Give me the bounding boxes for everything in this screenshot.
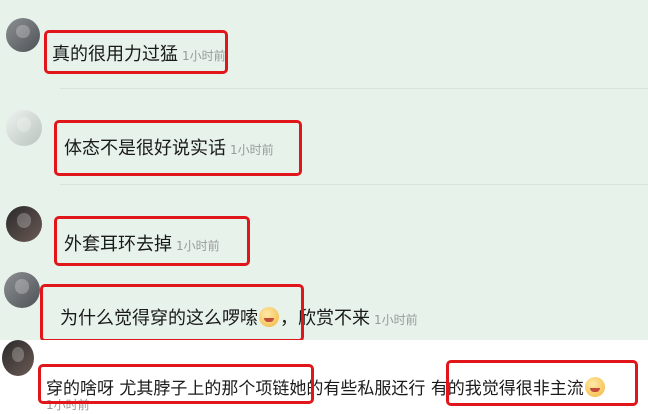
highlight-box [38,364,314,404]
highlight-box [54,216,250,266]
avatar[interactable] [4,272,40,308]
comment-row: 外套耳环去掉 1小时前 [0,196,648,270]
highlight-box [446,360,638,406]
divider [60,184,648,185]
highlight-box [40,284,304,342]
comment-row: 真的很用力过猛 1小时前 [0,0,648,86]
comment-row: 穿的啥呀 尤其脖子上的那个项链她的有些私服还行 有的我觉得很非主流 1小时前 [0,340,648,414]
avatar[interactable] [2,340,34,376]
comment-timestamp: 1小时前 [374,313,418,327]
divider [60,88,648,89]
avatar[interactable] [6,206,42,242]
highlight-box [44,30,228,74]
comment-row: 体态不是很好说实话 1小时前 [0,96,648,184]
highlight-box [54,120,302,176]
comment-row: 为什么觉得穿的这么啰嗦 ，欣赏不来 1小时前 [0,270,648,342]
avatar[interactable] [6,18,40,52]
avatar[interactable] [6,110,42,146]
